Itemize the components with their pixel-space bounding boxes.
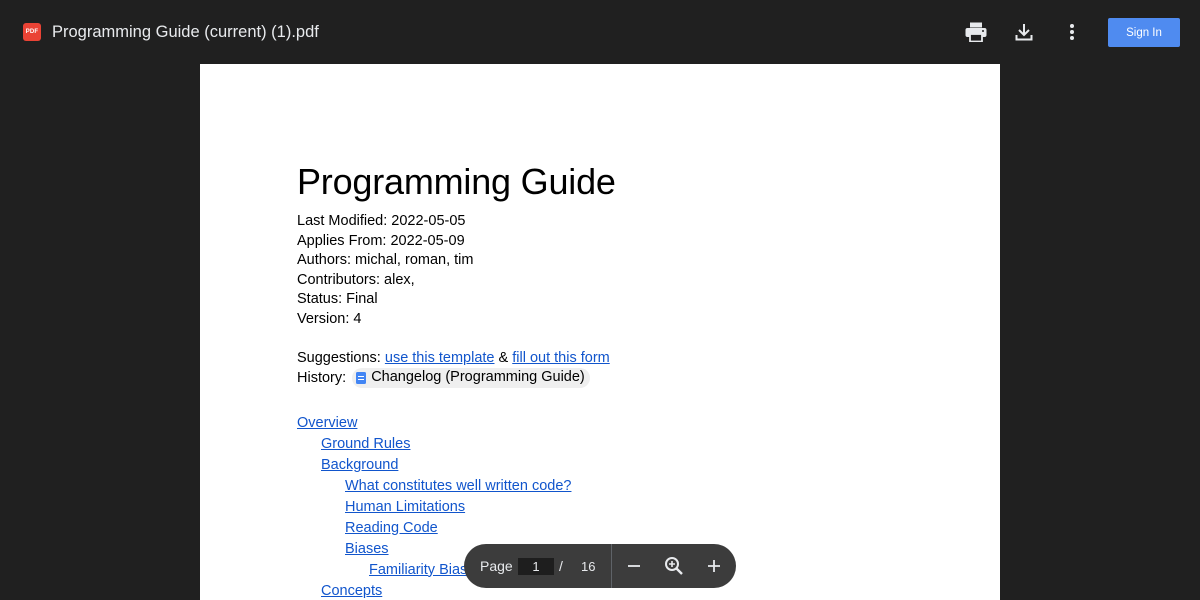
history-line: History: Changelog (Programming Guide) <box>297 368 937 388</box>
toc-item-human-limitations: Human Limitations <box>297 497 937 518</box>
toc-item-overview: Overview <box>297 413 937 434</box>
meta-last-modified: Last Modified: 2022-05-05 <box>297 213 466 229</box>
zoom-search-icon[interactable] <box>662 554 686 578</box>
history-label: History: <box>297 369 347 386</box>
changelog-chip-label: Changelog (Programming Guide) <box>371 369 585 386</box>
google-doc-icon <box>356 372 367 384</box>
meta-status: Status: Final <box>297 291 378 307</box>
toc-link[interactable]: Ground Rules <box>321 436 410 452</box>
page-number-input[interactable] <box>518 558 554 575</box>
toc-link[interactable]: Biases <box>345 541 389 557</box>
suggestions-line: Suggestions: use this template & fill ou… <box>297 349 937 369</box>
sign-in-button[interactable]: Sign In <box>1108 18 1180 47</box>
toc-link[interactable]: Reading Code <box>345 520 438 536</box>
download-icon[interactable] <box>1012 20 1036 44</box>
document-title: Programming Guide (current) (1).pdf <box>52 23 319 41</box>
top-toolbar: PDF Programming Guide (current) (1).pdf <box>0 0 1200 64</box>
minus-icon[interactable] <box>622 554 646 578</box>
more-vert-icon[interactable] <box>1060 20 1084 44</box>
document-heading: Programming Guide <box>297 161 616 202</box>
meta-contributors: Contributors: alex, <box>297 271 415 288</box>
toc-link[interactable]: Familiarity Bias <box>369 562 467 578</box>
print-icon[interactable] <box>964 20 988 44</box>
pdf-page: Programming Guide Last Modified: 2022-05… <box>200 64 1000 600</box>
toc-link[interactable]: What constitutes well written code? <box>345 478 571 494</box>
page-separator: / <box>559 558 563 574</box>
pdf-viewer: PDF Programming Guide (current) (1).pdf <box>0 0 1200 600</box>
toc-link[interactable]: Background <box>321 457 398 473</box>
changelog-chip[interactable]: Changelog (Programming Guide) <box>352 368 590 388</box>
toc-item-background: Background <box>297 455 937 476</box>
page-navigation-toolbar: Page / 16 <box>464 544 736 588</box>
toc-link[interactable]: Overview <box>297 415 357 431</box>
total-pages: 16 <box>581 559 596 574</box>
toc-item-well-written-code: What constitutes well written code? <box>297 476 937 497</box>
toc-link[interactable]: Concepts <box>321 583 382 599</box>
toc-item-ground-rules: Ground Rules <box>297 434 937 455</box>
suggestions-label: Suggestions: <box>297 349 381 366</box>
meta-applies-from: Applies From: 2022-05-09 <box>297 232 465 249</box>
divider <box>611 544 612 588</box>
page-label: Page <box>480 558 513 574</box>
form-link[interactable]: fill out this form <box>512 350 610 366</box>
template-link[interactable]: use this template <box>385 350 495 366</box>
metadata-block: Last Modified: 2022-05-05 Applies From: … <box>297 212 937 388</box>
meta-authors: Authors: michal, roman, tim <box>297 252 474 268</box>
plus-icon[interactable] <box>702 554 726 578</box>
toc-link[interactable]: Human Limitations <box>345 499 465 515</box>
meta-version: Version: 4 <box>297 310 362 327</box>
page-content: Programming Guide Last Modified: 2022-05… <box>297 160 937 600</box>
pdf-file-icon: PDF <box>23 23 41 41</box>
joiner-text: & <box>498 349 509 366</box>
toc-item-reading-code: Reading Code <box>297 518 937 539</box>
